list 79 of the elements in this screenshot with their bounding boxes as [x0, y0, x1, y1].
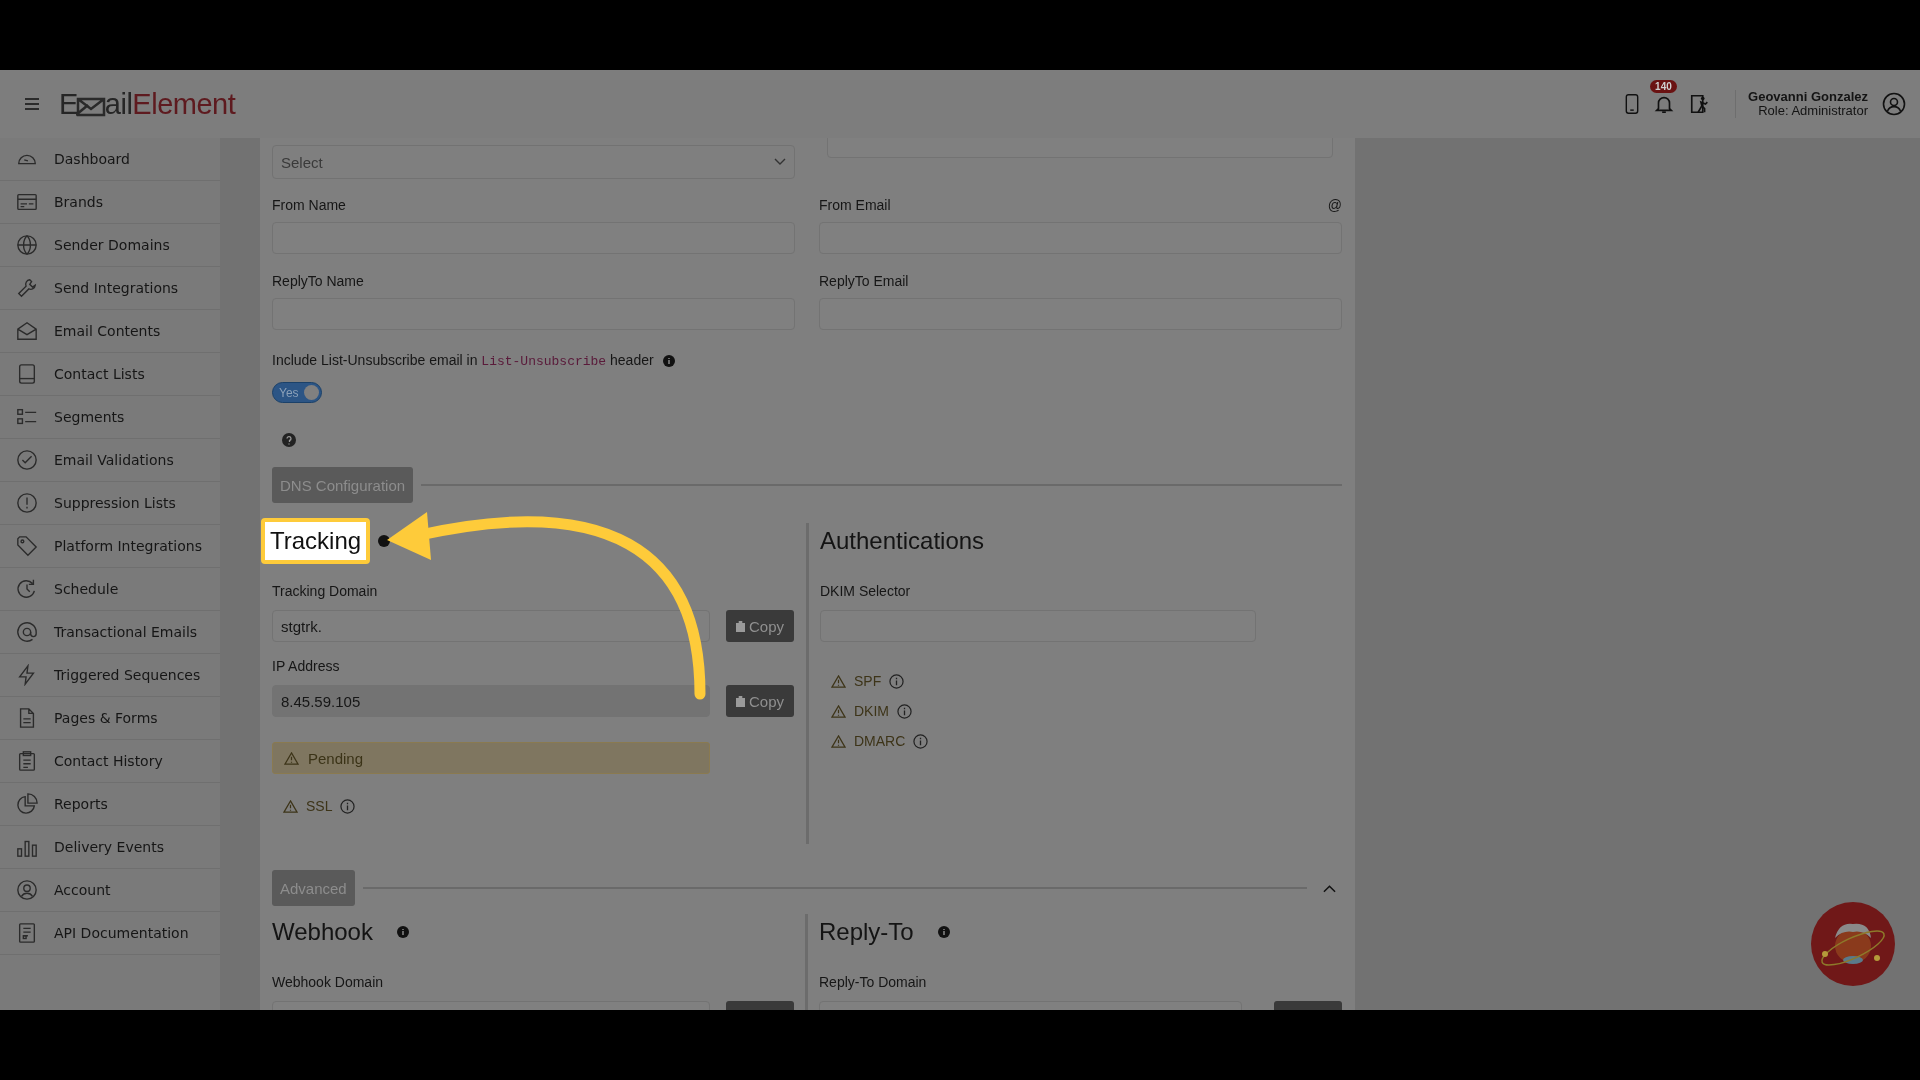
- warning-icon: [284, 751, 299, 765]
- sidebar-item[interactable]: Schedule: [0, 568, 220, 611]
- check-label: SPF: [854, 673, 882, 689]
- sidebar-item[interactable]: Account: [0, 869, 220, 912]
- sidebar-item[interactable]: Email Contents: [0, 310, 220, 353]
- check-label: DKIM: [854, 703, 889, 719]
- clock-icon: [16, 578, 38, 600]
- at-icon: [16, 621, 38, 643]
- field-label: ReplyTo Name: [272, 273, 364, 289]
- chevron-down-icon: [774, 158, 786, 166]
- bolt-icon: [16, 664, 38, 686]
- input-field[interactable]: 8.45.59.105: [272, 685, 710, 717]
- user-role: Role: Administrator: [1758, 104, 1868, 118]
- menu-icon[interactable]: [25, 98, 39, 110]
- info-icon[interactable]: [378, 535, 391, 547]
- sidebar-item[interactable]: Reports: [0, 783, 220, 826]
- warning-icon: [831, 674, 846, 688]
- card-icon: [16, 191, 38, 213]
- book-icon: [16, 363, 38, 385]
- logo: E ailElement: [59, 89, 236, 119]
- help-icon[interactable]: [282, 433, 296, 447]
- chevron-icon[interactable]: [1323, 883, 1336, 893]
- phone-icon[interactable]: [1625, 93, 1640, 115]
- alert-icon: [16, 492, 38, 514]
- user-name: Geovanni Gonzalez: [1748, 90, 1868, 104]
- check-label: SSL: [306, 798, 333, 814]
- field-label: From Email: [819, 197, 891, 213]
- copy-button[interactable]: Copy: [726, 610, 794, 642]
- section-heading: Reply-To: [819, 917, 914, 947]
- envelope-icon: [16, 320, 38, 342]
- sidebar-item[interactable]: Brands: [0, 181, 220, 224]
- unsubscribe-label: Include List-Unsubscribe email in List-Unsubscribe header: [272, 352, 654, 369]
- field-label: DKIM Selector: [820, 583, 912, 599]
- chat-launcher[interactable]: [1811, 902, 1895, 986]
- warning-icon: [831, 704, 846, 718]
- sidebar-item[interactable]: Send Integrations: [0, 267, 220, 310]
- sidebar-item[interactable]: Suppression Lists: [0, 482, 220, 525]
- sidebar-item[interactable]: Contact Lists: [0, 353, 220, 396]
- sidebar-item[interactable]: Platform Integrations: [0, 525, 220, 568]
- doc-icon: [16, 922, 38, 944]
- sidebar-item[interactable]: Contact History: [0, 740, 220, 783]
- clipboard-icon: [16, 750, 38, 772]
- pie-icon: [16, 793, 38, 815]
- field-label: IP Address: [272, 658, 341, 674]
- globe-icon: [16, 234, 38, 256]
- wrench-icon: [16, 277, 38, 299]
- user-avatar-icon[interactable]: [1882, 92, 1906, 116]
- clipboard-icon: [736, 695, 745, 707]
- toggle-switch[interactable]: Yes: [272, 382, 322, 403]
- warning-icon: [283, 799, 298, 813]
- sidebar-item[interactable]: Email Validations: [0, 439, 220, 482]
- select-field[interactable]: Select: [272, 145, 795, 179]
- sidebar-item[interactable]: Delivery Events: [0, 826, 220, 869]
- check-label: DMARC: [854, 733, 906, 749]
- tag-icon: [16, 535, 38, 557]
- sidebar-item[interactable]: Pages & Forms: [0, 697, 220, 740]
- sidebar-item[interactable]: Sender Domains: [0, 224, 220, 267]
- section-heading: Webhook: [272, 917, 373, 947]
- sidebar-item[interactable]: Transactional Emails: [0, 611, 220, 654]
- notification-badge: 140: [1650, 80, 1677, 93]
- field-label: Webhook Domain: [272, 974, 385, 990]
- input-field[interactable]: stgtrk.: [272, 610, 710, 642]
- sidebar-item[interactable]: Segments: [0, 396, 220, 439]
- section-heading: Tracking: [261, 518, 371, 564]
- sidebar-item[interactable]: Triggered Sequences: [0, 654, 220, 697]
- clipboard-icon: [736, 620, 745, 632]
- pending-status: Pending: [272, 742, 710, 774]
- sidebar-item[interactable]: Dashboard: [0, 138, 220, 181]
- field-label: From Name: [272, 197, 346, 213]
- sidebar-item[interactable]: API Documentation: [0, 912, 220, 955]
- field-label: Tracking Domain: [272, 583, 379, 599]
- check-icon: [16, 449, 38, 471]
- field-label: ReplyTo Email: [819, 273, 909, 289]
- section-heading: Authentications: [820, 526, 986, 556]
- copy-button[interactable]: Copy: [726, 685, 794, 717]
- field-label: Reply-To Domain: [819, 974, 928, 990]
- at-sign: @: [1327, 197, 1342, 213]
- user-icon: [16, 879, 38, 901]
- warning-icon: [831, 734, 846, 748]
